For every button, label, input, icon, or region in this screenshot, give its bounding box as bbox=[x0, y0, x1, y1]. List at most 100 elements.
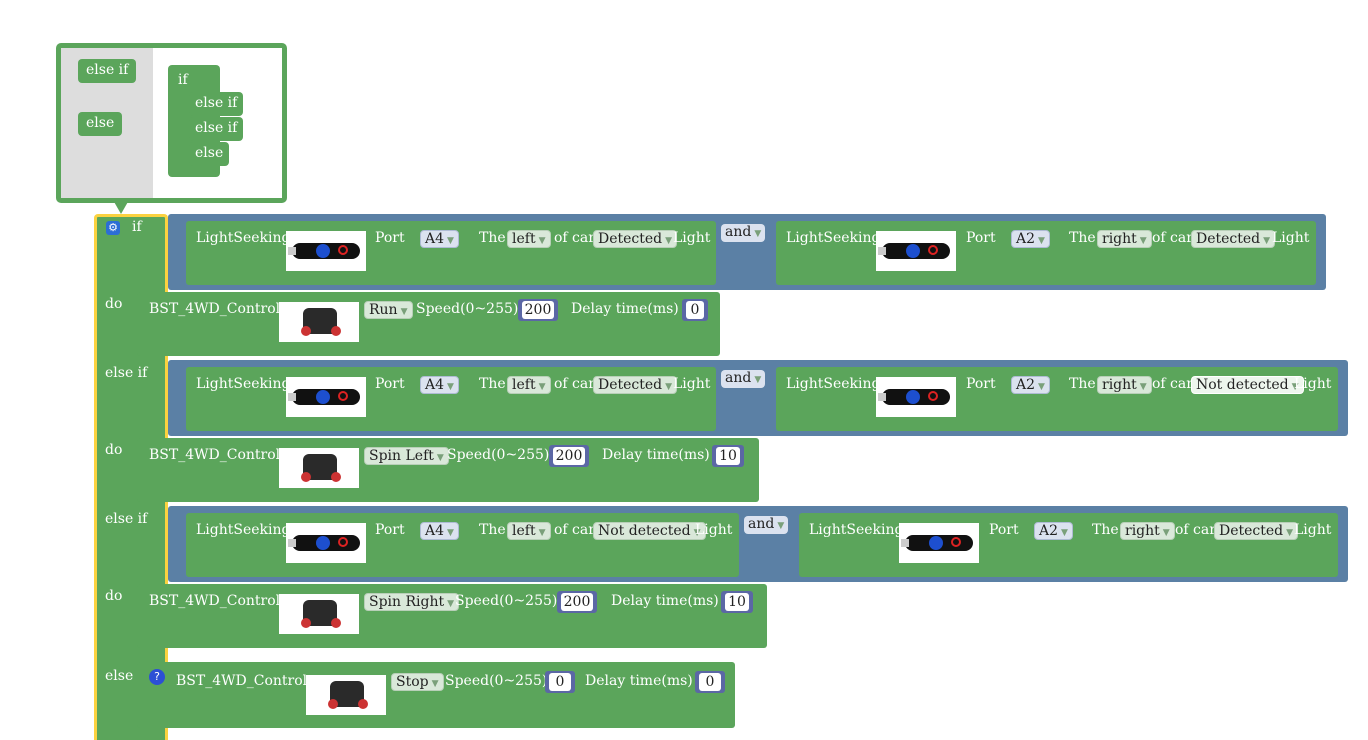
mutator-item-else[interactable]: else bbox=[189, 142, 230, 166]
state-dropdown[interactable]: Not detected ▼ bbox=[593, 522, 706, 540]
speed-input[interactable]: 200 bbox=[549, 445, 589, 467]
dropdown-arrow-icon: ▼ bbox=[538, 236, 546, 246]
light-label: Light bbox=[673, 230, 711, 246]
dropdown-arrow-icon: ▼ bbox=[1038, 236, 1045, 246]
the-label: The bbox=[1092, 522, 1119, 538]
dropdown-arrow-icon: ▼ bbox=[754, 229, 762, 239]
and-dropdown[interactable]: and ▼ bbox=[721, 224, 766, 242]
car-image bbox=[306, 675, 386, 715]
lightseeking-right-1[interactable]: LightSeeking Port A2 ▼ The right ▼ of car … bbox=[776, 221, 1316, 285]
lightseeking-left-2[interactable]: LightSeeking Port A4 ▼ The left ▼ of car D… bbox=[186, 367, 716, 431]
do-label-3: do bbox=[105, 588, 123, 604]
of-car-label: of car bbox=[1152, 376, 1193, 392]
lightseeking-left-1[interactable]: LightSeeking Port A4 ▼ The left ▼ of car D… bbox=[186, 221, 716, 285]
port-dropdown[interactable]: A2 ▼ bbox=[1011, 230, 1050, 248]
side-dropdown[interactable]: right ▼ bbox=[1097, 376, 1152, 394]
control-block-4[interactable]: ? BST_4WD_Control Stop ▼ Speed(0~255) 0 D… bbox=[137, 662, 735, 728]
speed-input[interactable]: 200 bbox=[557, 591, 597, 613]
dropdown-arrow-icon: ▼ bbox=[1162, 528, 1170, 538]
sensor-title: LightSeeking bbox=[809, 522, 904, 538]
control-block-3[interactable]: BST_4WD_Control Spin Right ▼ Speed(0~255)… bbox=[137, 584, 767, 648]
mode-dropdown[interactable]: Stop ▼ bbox=[391, 673, 444, 691]
else-label: else bbox=[105, 668, 134, 684]
lightseeking-left-3[interactable]: LightSeeking Port A4 ▼ The left ▼ of car N… bbox=[186, 513, 739, 577]
of-car-label: of car bbox=[554, 522, 595, 538]
of-car-label: of car bbox=[1152, 230, 1193, 246]
side-dropdown[interactable]: right ▼ bbox=[1120, 522, 1175, 540]
dropdown-arrow-icon: ▼ bbox=[538, 528, 546, 538]
state-dropdown[interactable]: Detected ▼ bbox=[593, 230, 678, 248]
speed-label: Speed(0~255) bbox=[445, 673, 548, 689]
port-dropdown[interactable]: A4 ▼ bbox=[420, 230, 459, 248]
delay-input[interactable]: 10 bbox=[712, 445, 744, 467]
side-dropdown[interactable]: right ▼ bbox=[1097, 230, 1152, 248]
state-dropdown[interactable]: Not detected ▼ bbox=[1191, 376, 1304, 394]
port-label: Port bbox=[375, 522, 405, 538]
speed-input[interactable]: 0 bbox=[545, 671, 575, 693]
port-dropdown[interactable]: A2 ▼ bbox=[1011, 376, 1050, 394]
and-dropdown[interactable]: and ▼ bbox=[721, 370, 766, 388]
mutator-item-else-if-1[interactable]: else if bbox=[189, 92, 244, 116]
delay-input[interactable]: 0 bbox=[695, 671, 725, 693]
the-label: The bbox=[1069, 230, 1096, 246]
sensor-title: LightSeeking bbox=[196, 522, 291, 538]
port-dropdown[interactable]: A4 ▼ bbox=[420, 376, 459, 394]
light-sensor-image bbox=[286, 377, 366, 417]
port-dropdown[interactable]: A4 ▼ bbox=[420, 522, 459, 540]
if-label: if bbox=[132, 219, 142, 235]
and-dropdown[interactable]: and ▼ bbox=[744, 516, 789, 534]
lightseeking-right-3[interactable]: LightSeeking Port A2 ▼ The right ▼ of car … bbox=[799, 513, 1338, 577]
delay-input[interactable]: 10 bbox=[721, 591, 753, 613]
mode-dropdown[interactable]: Spin Right ▼ bbox=[364, 593, 460, 611]
dropdown-arrow-icon: ▼ bbox=[447, 236, 454, 246]
light-label: Light bbox=[1294, 376, 1332, 392]
mutator-palette-else-if[interactable]: else if bbox=[78, 59, 137, 83]
dropdown-arrow-icon: ▼ bbox=[447, 599, 455, 609]
state-dropdown[interactable]: Detected ▼ bbox=[593, 376, 678, 394]
speed-input[interactable]: 200 bbox=[518, 299, 558, 321]
dropdown-arrow-icon: ▼ bbox=[754, 375, 762, 385]
light-label: Light bbox=[1294, 522, 1332, 538]
sensor-title: LightSeeking bbox=[786, 376, 881, 392]
control-block-2[interactable]: BST_4WD_Control Spin Left ▼ Speed(0~255) … bbox=[137, 438, 759, 502]
dropdown-arrow-icon: ▼ bbox=[1263, 236, 1271, 246]
delay-input[interactable]: 0 bbox=[682, 299, 708, 321]
mode-dropdown[interactable]: Run ▼ bbox=[364, 301, 413, 319]
state-dropdown[interactable]: Detected ▼ bbox=[1191, 230, 1276, 248]
dropdown-arrow-icon: ▼ bbox=[400, 307, 408, 317]
port-dropdown[interactable]: A2 ▼ bbox=[1034, 522, 1073, 540]
the-label: The bbox=[479, 522, 506, 538]
control-title: BST_4WD_Control bbox=[176, 673, 308, 689]
port-label: Port bbox=[989, 522, 1019, 538]
state-dropdown[interactable]: Detected ▼ bbox=[1214, 522, 1299, 540]
control-block-1[interactable]: BST_4WD_Control Run ▼ Speed(0~255) 200 De… bbox=[137, 292, 720, 356]
dropdown-arrow-icon: ▼ bbox=[447, 528, 454, 538]
mutator-if-label: if bbox=[178, 72, 188, 88]
car-image bbox=[279, 594, 359, 634]
side-dropdown[interactable]: left ▼ bbox=[507, 376, 551, 394]
lightseeking-right-2[interactable]: LightSeeking Port A2 ▼ The right ▼ of car … bbox=[776, 367, 1338, 431]
side-dropdown[interactable]: left ▼ bbox=[507, 230, 551, 248]
elseif-label-1: else if bbox=[105, 365, 148, 381]
dropdown-arrow-icon: ▼ bbox=[665, 382, 673, 392]
mutator-palette-else[interactable]: else bbox=[78, 112, 123, 136]
the-label: The bbox=[479, 230, 506, 246]
side-dropdown[interactable]: left ▼ bbox=[507, 522, 551, 540]
dropdown-arrow-icon: ▼ bbox=[665, 236, 673, 246]
gear-icon[interactable]: ⚙ bbox=[106, 221, 120, 235]
delay-label: Delay time(ms) bbox=[585, 673, 693, 689]
light-label: Light bbox=[695, 522, 733, 538]
help-icon[interactable]: ? bbox=[149, 669, 165, 685]
of-car-label: of car bbox=[554, 376, 595, 392]
speed-label: Speed(0~255) bbox=[416, 301, 519, 317]
mutator-bubble: else if else if else if else if else bbox=[56, 43, 287, 203]
car-image bbox=[279, 302, 359, 342]
mutator-item-else-if-2[interactable]: else if bbox=[189, 117, 244, 141]
dropdown-arrow-icon: ▼ bbox=[1038, 382, 1045, 392]
do-label-1: do bbox=[105, 296, 123, 312]
sensor-title: LightSeeking bbox=[196, 376, 291, 392]
dropdown-arrow-icon: ▼ bbox=[1139, 382, 1147, 392]
mode-dropdown[interactable]: Spin Left ▼ bbox=[364, 447, 449, 465]
light-sensor-image bbox=[876, 231, 956, 271]
light-sensor-image bbox=[286, 523, 366, 563]
